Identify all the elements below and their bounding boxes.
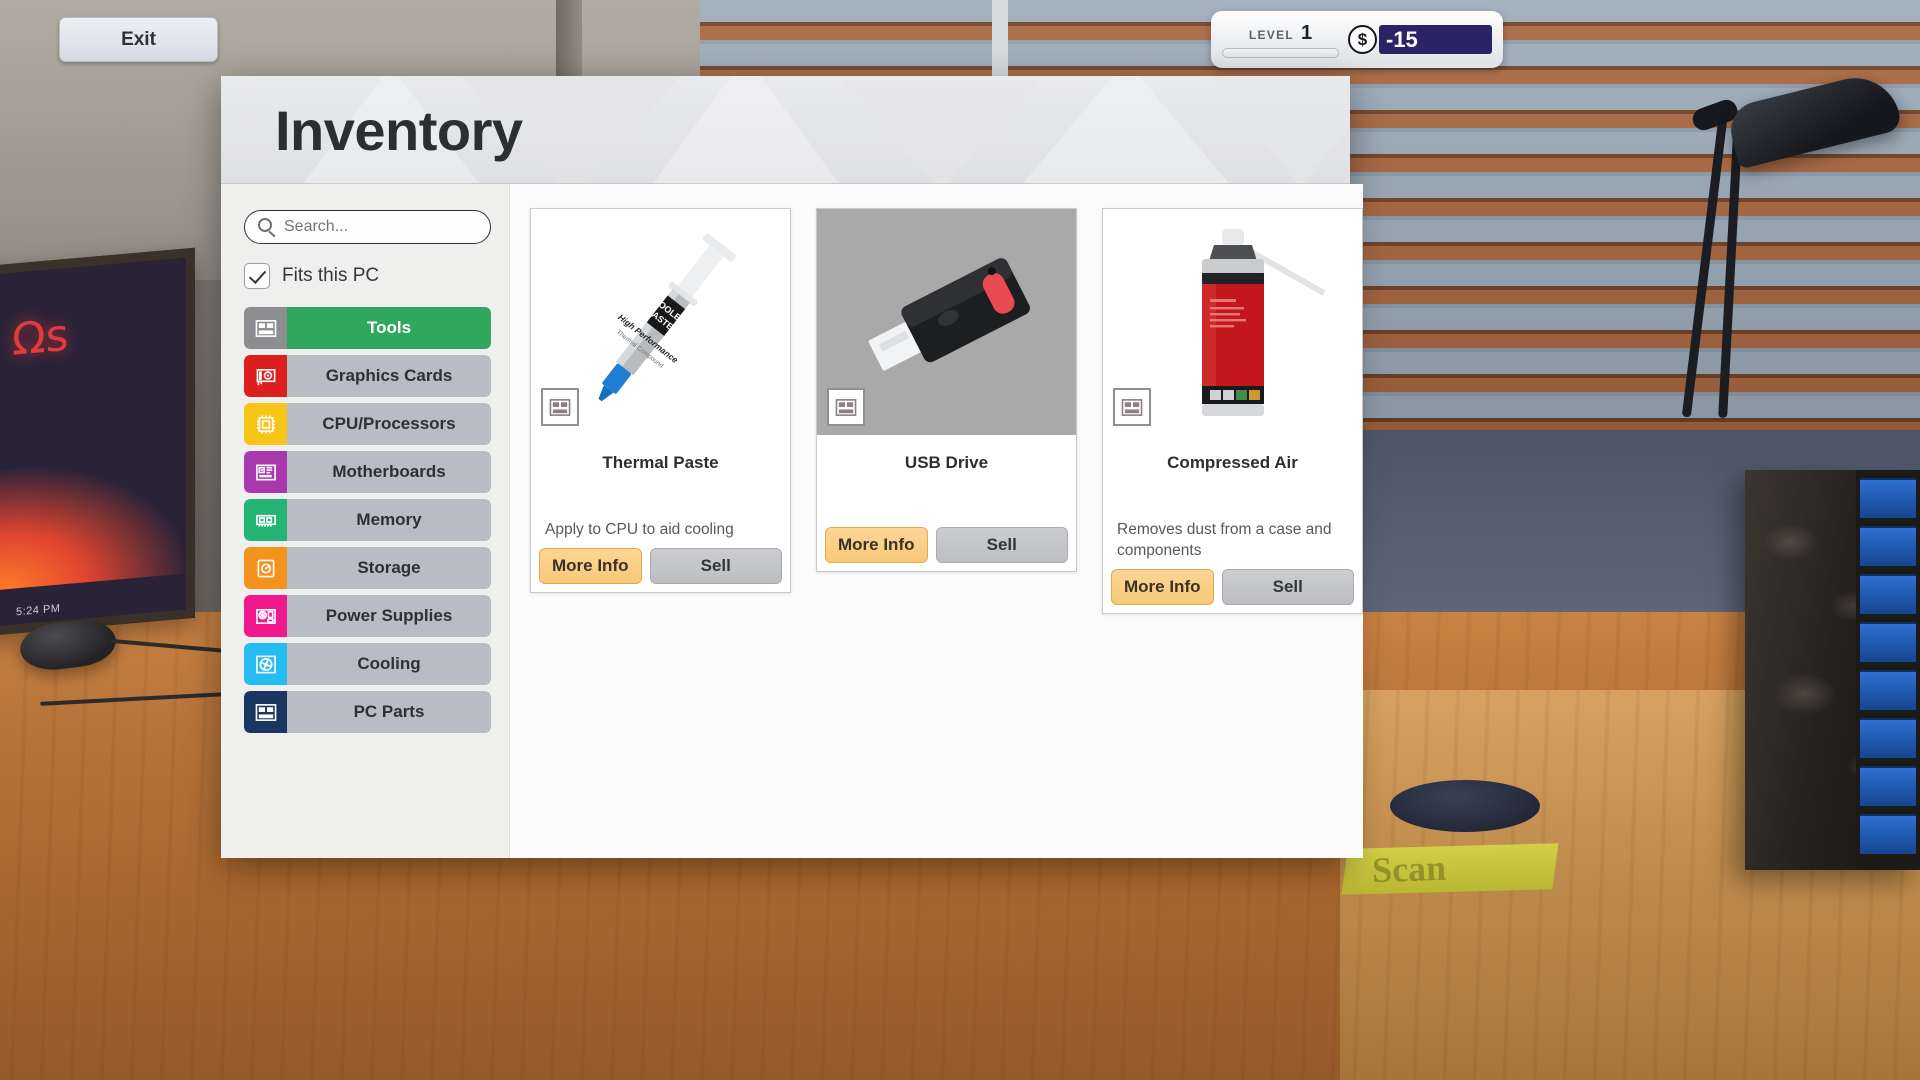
omega-logo: Ωs: [12, 309, 69, 366]
decorative-triangle: [1211, 76, 1350, 183]
decorative-triangle: [651, 76, 841, 183]
pc-case-icon: [541, 388, 579, 426]
fits-this-pc-filter[interactable]: Fits this PC: [244, 263, 491, 289]
money-value: -15: [1379, 25, 1492, 54]
sidebar-item-label: Cooling: [287, 643, 491, 685]
pc-tower: [1745, 470, 1920, 870]
drive-bay: [1860, 718, 1916, 758]
sidebar-item-label: Memory: [287, 499, 491, 541]
panel-body: Fits this PC Tools Graphics Cards CPU/Proc…: [221, 184, 1363, 858]
sidebar-item-label: PC Parts: [287, 691, 491, 733]
sidebar-item-motherboards[interactable]: Motherboards: [244, 451, 491, 493]
sell-button[interactable]: Sell: [1221, 569, 1354, 606]
inventory-panel: Inventory Fits this PC Tools Graphics Car…: [221, 76, 1363, 858]
exit-button[interactable]: Exit: [59, 17, 218, 62]
sidebar-item-storage[interactable]: Storage: [244, 547, 491, 589]
gpu-icon: [244, 355, 287, 397]
search-input[interactable]: [244, 210, 491, 244]
monitor-clock: 5:24 PM: [16, 602, 61, 619]
panel-header: Inventory: [221, 76, 1350, 184]
item-image: [1103, 209, 1362, 435]
motherboard-icon: [244, 451, 287, 493]
sidebar-item-label: Motherboards: [287, 451, 491, 493]
sidebar-item-label: Tools: [287, 307, 491, 349]
status-hud: LEVEL 1 $ -15: [1211, 11, 1503, 68]
item-name: USB Drive: [904, 453, 989, 472]
decorative-triangle: [841, 80, 1041, 183]
pc-case-icon: [1113, 388, 1151, 426]
search-icon: [258, 218, 272, 232]
item-grid: COOLER MASTER High Performance Thermal Comp…: [510, 184, 1363, 858]
drive-bay: [1860, 526, 1916, 566]
item-image: [817, 209, 1076, 435]
money-indicator: $ -15: [1348, 25, 1492, 54]
drive-bay: [1860, 622, 1916, 662]
pc-case-icon: [244, 307, 287, 349]
sidebar-item-tools[interactable]: Tools: [244, 307, 491, 349]
drive-bay: [1860, 814, 1916, 854]
sidebar-item-label: Storage: [287, 547, 491, 589]
decorative-triangle: [1021, 76, 1231, 183]
item-card[interactable]: Compressed Air Removes dust from a case a…: [1102, 208, 1363, 615]
item-name: Thermal Paste: [602, 453, 719, 472]
item-name: Compressed Air: [1167, 453, 1298, 472]
more-info-button[interactable]: More Info: [539, 548, 642, 585]
tower-front-panel: [1856, 470, 1920, 870]
sell-button[interactable]: Sell: [935, 527, 1068, 563]
sidebar-item-graphics-cards[interactable]: Graphics Cards: [244, 355, 491, 397]
drive-bay: [1860, 478, 1916, 518]
psu-icon: [244, 595, 287, 637]
sidebar-item-pc-parts[interactable]: PC Parts: [244, 691, 491, 733]
item-actions: More Info Sell: [817, 519, 1076, 571]
page-title: Inventory: [275, 99, 523, 162]
more-info-button[interactable]: More Info: [1111, 569, 1214, 606]
sidebar-item-cpu-processors[interactable]: CPU/Processors: [244, 403, 491, 445]
item-description: [817, 473, 1076, 519]
desk-pad-label: Scan: [1371, 847, 1447, 891]
monitor-wallpaper-glow: [0, 453, 186, 594]
fits-this-pc-label: Fits this PC: [282, 265, 380, 286]
search-container: [244, 210, 491, 244]
sell-button[interactable]: Sell: [649, 548, 782, 585]
item-description: Removes dust from a case and components: [1117, 521, 1332, 560]
dollar-coin-icon: $: [1348, 25, 1377, 54]
sidebar-item-label: Power Supplies: [287, 595, 491, 637]
ram-stick-icon: [244, 499, 287, 541]
monitor: Ωs 5:24 PM: [0, 247, 195, 639]
fits-this-pc-checkbox[interactable]: [244, 263, 270, 289]
item-card[interactable]: USB Drive More Info Sell: [816, 208, 1077, 572]
drive-bay: [1860, 574, 1916, 614]
hard-drive-icon: [244, 547, 287, 589]
item-actions: More Info Sell: [531, 540, 790, 592]
item-description: Apply to CPU to aid cooling: [545, 521, 734, 538]
level-indicator: LEVEL 1: [1222, 22, 1339, 58]
pc-case-icon: [827, 388, 865, 426]
more-info-button[interactable]: More Info: [825, 527, 928, 563]
desk-lamp-base: [1390, 780, 1540, 832]
sidebar-item-cooling[interactable]: Cooling: [244, 643, 491, 685]
drive-bay: [1860, 766, 1916, 806]
pc-case-icon: [244, 691, 287, 733]
item-card[interactable]: COOLER MASTER High Performance Thermal Comp…: [530, 208, 791, 594]
sidebar-item-label: Graphics Cards: [287, 355, 491, 397]
sidebar: Fits this PC Tools Graphics Cards CPU/Proc…: [221, 184, 510, 858]
level-progress-bar: [1222, 47, 1339, 58]
level-label: LEVEL: [1248, 27, 1295, 42]
sidebar-item-memory[interactable]: Memory: [244, 499, 491, 541]
sidebar-item-label: CPU/Processors: [287, 403, 491, 445]
category-list: Tools Graphics Cards CPU/Processors Motherb…: [244, 307, 491, 733]
fan-icon: [244, 643, 287, 685]
drive-bay: [1860, 670, 1916, 710]
cpu-chip-icon: [244, 403, 287, 445]
item-image: COOLER MASTER High Performance Thermal Comp…: [531, 209, 790, 435]
level-value: 1: [1301, 21, 1313, 44]
item-actions: More Info Sell: [1103, 561, 1362, 613]
sidebar-item-power-supplies[interactable]: Power Supplies: [244, 595, 491, 637]
